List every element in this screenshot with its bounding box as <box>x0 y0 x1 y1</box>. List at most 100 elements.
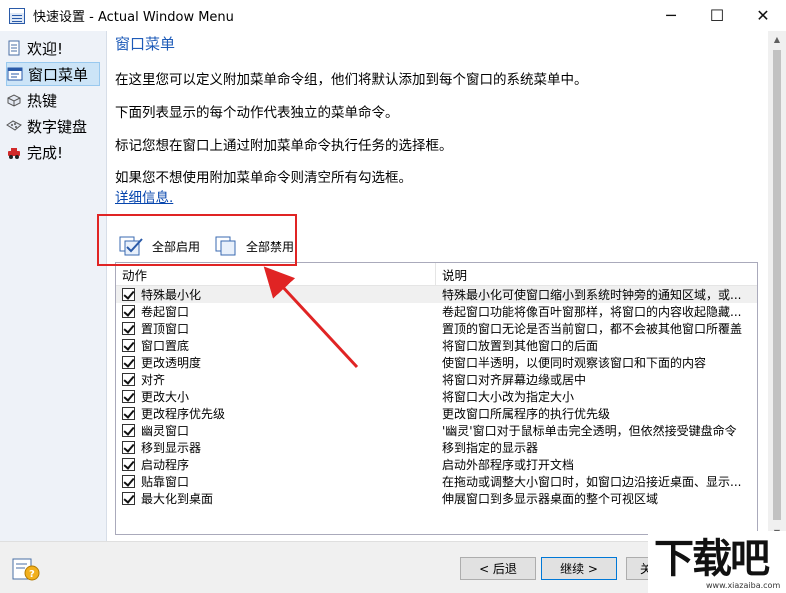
scroll-up-icon[interactable]: ▲ <box>768 31 786 48</box>
action-checkbox[interactable] <box>122 475 135 488</box>
table-row[interactable]: 更改透明度 使窗口半透明，以便同时观察该窗口和下面的内容 <box>116 354 757 371</box>
details-link[interactable]: 详细信息. <box>115 186 173 206</box>
actions-list[interactable]: 动作 说明 特殊最小化 特殊最小化可使窗口缩小到系统时钟旁的通知区域，或... 卷起… <box>115 262 758 535</box>
table-row[interactable]: 最大化到桌面 伸展窗口到多显示器桌面的整个可视区域 <box>116 490 757 507</box>
action-checkbox[interactable] <box>122 424 135 437</box>
nav-item-hotkeys[interactable]: 热键 <box>6 88 100 112</box>
description-cell: 移到指定的显示器 <box>442 441 539 455</box>
description-cell: 在拖动或调整大小窗口时，如窗口边沿接近桌面、显示... <box>442 475 742 489</box>
action-label: 更改大小 <box>141 390 190 404</box>
app-icon <box>9 7 25 24</box>
action-label: 更改透明度 <box>141 356 202 370</box>
column-header-description[interactable]: 说明 <box>436 263 757 286</box>
action-label: 卷起窗口 <box>141 305 190 319</box>
table-row[interactable]: 幽灵窗口 '幽灵'窗口对于鼠标单击完全透明，但依然接受键盘命令 <box>116 422 757 439</box>
page-icon <box>8 40 20 56</box>
action-label: 特殊最小化 <box>141 288 202 302</box>
vertical-scrollbar[interactable]: ▲ ▼ <box>768 31 786 541</box>
action-cell: 更改程序优先级 <box>116 405 436 422</box>
table-row[interactable]: 更改程序优先级 更改窗口所属程序的执行优先级 <box>116 405 757 422</box>
description-cell: 置顶的窗口无论是否当前窗口，都不会被其他窗口所覆盖 <box>442 322 743 336</box>
action-checkbox[interactable] <box>122 322 135 335</box>
watermark-logo: 下载吧 www.xiazaiba.com <box>648 531 786 593</box>
action-checkbox[interactable] <box>122 373 135 386</box>
nav-item-numpad[interactable]: 数字键盘 <box>6 114 100 138</box>
action-checkbox[interactable] <box>122 458 135 471</box>
action-cell: 更改透明度 <box>116 354 436 371</box>
action-cell: 窗口置底 <box>116 337 436 354</box>
nav-item-label: 热键 <box>27 91 58 110</box>
description-cell: 使窗口半透明，以便同时观察该窗口和下面的内容 <box>442 356 707 370</box>
action-checkbox[interactable] <box>122 305 135 318</box>
nav-item-window-menu[interactable]: 窗口菜单 <box>6 62 100 86</box>
description-cell: 伸展窗口到多显示器桌面的整个可视区域 <box>442 492 659 506</box>
finish-icon <box>8 148 20 159</box>
svg-text:?: ? <box>29 569 35 580</box>
action-checkbox[interactable] <box>122 441 135 454</box>
description-cell: 更改窗口所属程序的执行优先级 <box>442 407 611 421</box>
table-row[interactable]: 更改大小 将窗口大小改为指定大小 <box>116 388 757 405</box>
action-cell: 对齐 <box>116 371 436 388</box>
intro-paragraph: 如果您不想使用附加菜单命令则清空所有勾选框。 <box>115 170 412 186</box>
key-icon <box>7 94 21 107</box>
action-cell: 特殊最小化 <box>116 286 436 303</box>
action-label: 贴靠窗口 <box>141 475 190 489</box>
column-header-action[interactable]: 动作 <box>116 263 436 286</box>
description-cell: 将窗口大小改为指定大小 <box>442 390 575 404</box>
action-cell: 卷起窗口 <box>116 303 436 320</box>
content-panel: 窗口菜单 在这里您可以定义附加菜单命令组，他们将默认添加到每个窗口的系统菜单中。… <box>108 31 768 541</box>
watermark-url: www.xiazaiba.com <box>706 581 781 590</box>
window-title: 快速设置 - Actual Window Menu <box>33 10 234 25</box>
action-label: 置顶窗口 <box>141 322 190 336</box>
action-label: 更改程序优先级 <box>141 407 226 421</box>
table-row[interactable]: 贴靠窗口 在拖动或调整大小窗口时，如窗口边沿接近桌面、显示... <box>116 473 757 490</box>
scrollbar-thumb[interactable] <box>773 50 781 520</box>
table-row[interactable]: 启动程序 启动外部程序或打开文档 <box>116 456 757 473</box>
action-checkbox[interactable] <box>122 339 135 352</box>
action-label: 幽灵窗口 <box>141 424 190 438</box>
table-row[interactable]: 对齐 将窗口对齐屏幕边缘或居中 <box>116 371 757 388</box>
action-cell: 幽灵窗口 <box>116 422 436 439</box>
numpad-icon <box>6 120 22 131</box>
nav-item-welcome[interactable]: 欢迎! <box>6 36 100 60</box>
help-icon[interactable]: ? <box>11 557 41 583</box>
intro-paragraph: 下面列表显示的每个动作代表独立的菜单命令。 <box>115 105 399 121</box>
action-checkbox[interactable] <box>122 407 135 420</box>
table-row[interactable]: 移到显示器 移到指定的显示器 <box>116 439 757 456</box>
description-cell: 卷起窗口功能将像百叶窗那样，将窗口的内容收起隐藏... <box>442 305 742 319</box>
maximize-button[interactable]: ☐ <box>694 0 740 31</box>
wizard-nav: 欢迎! 窗口菜单 热键 数字键盘 完成! <box>0 31 107 541</box>
nav-item-label: 数字键盘 <box>27 117 88 136</box>
action-cell: 最大化到桌面 <box>116 490 436 507</box>
close-button[interactable]: ✕ <box>740 0 786 31</box>
action-cell: 移到显示器 <box>116 439 436 456</box>
description-cell: '幽灵'窗口对于鼠标单击完全透明，但依然接受键盘命令 <box>442 424 737 438</box>
back-button[interactable]: < 后退 <box>460 557 536 580</box>
table-row[interactable]: 置顶窗口 置顶的窗口无论是否当前窗口，都不会被其他窗口所覆盖 <box>116 320 757 337</box>
action-cell: 置顶窗口 <box>116 320 436 337</box>
window-icon <box>7 67 23 81</box>
list-header: 动作 说明 <box>116 263 757 286</box>
title-bar: 快速设置 - Actual Window Menu ─ ☐ ✕ <box>0 0 786 31</box>
nav-item-label: 欢迎! <box>27 39 64 58</box>
action-checkbox[interactable] <box>122 288 135 301</box>
annotation-highlight-box <box>97 214 297 266</box>
list-rows: 特殊最小化 特殊最小化可使窗口缩小到系统时钟旁的通知区域，或... 卷起窗口 卷起窗口… <box>116 286 757 507</box>
table-row[interactable]: 卷起窗口 卷起窗口功能将像百叶窗那样，将窗口的内容收起隐藏... <box>116 303 757 320</box>
action-checkbox[interactable] <box>122 356 135 369</box>
description-cell: 将窗口对齐屏幕边缘或居中 <box>442 373 587 387</box>
action-checkbox[interactable] <box>122 390 135 403</box>
watermark-brand: 下载吧 <box>654 536 770 582</box>
next-button[interactable]: 继续 > <box>541 557 617 580</box>
minimize-button[interactable]: ─ <box>648 0 694 31</box>
nav-item-finish[interactable]: 完成! <box>6 140 100 164</box>
intro-paragraph: 标记您想在窗口上通过附加菜单命令执行任务的选择框。 <box>115 138 453 154</box>
action-cell: 更改大小 <box>116 388 436 405</box>
nav-item-label: 完成! <box>27 143 64 162</box>
action-label: 对齐 <box>141 373 166 387</box>
action-label: 启动程序 <box>141 458 190 472</box>
description-cell: 特殊最小化可使窗口缩小到系统时钟旁的通知区域，或... <box>442 288 742 302</box>
table-row[interactable]: 窗口置底 将窗口放置到其他窗口的后面 <box>116 337 757 354</box>
action-checkbox[interactable] <box>122 492 135 505</box>
table-row[interactable]: 特殊最小化 特殊最小化可使窗口缩小到系统时钟旁的通知区域，或... <box>116 286 757 303</box>
